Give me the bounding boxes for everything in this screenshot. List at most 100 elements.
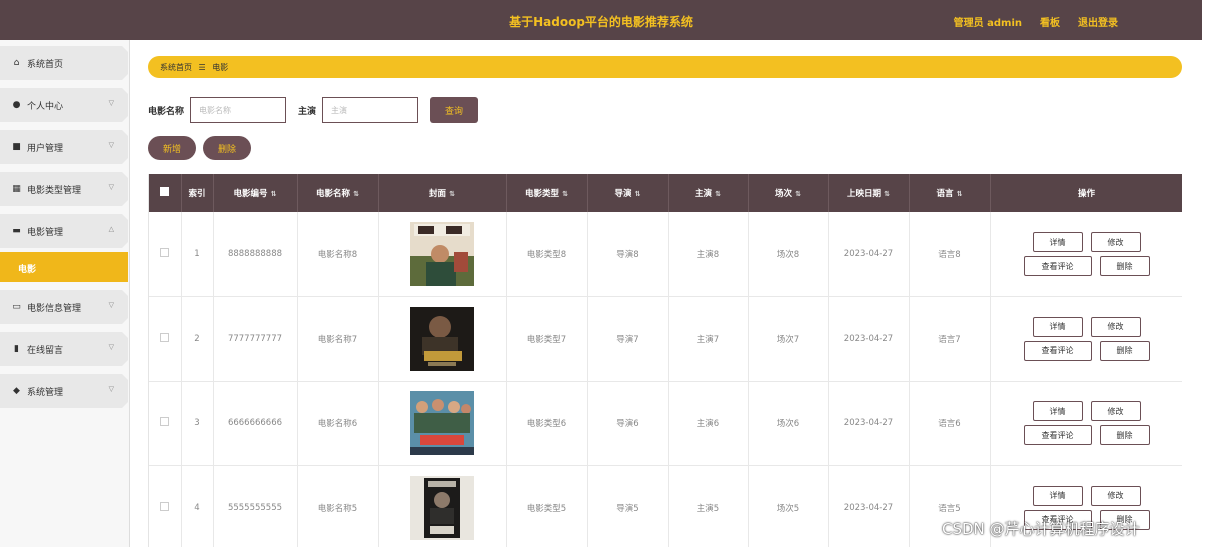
breadcrumb-home[interactable]: 系统首页 (160, 63, 192, 72)
cell-name: 电影名称6 (297, 381, 379, 466)
column-header[interactable]: 场次 ⇅ (748, 174, 829, 212)
view-comments-button[interactable]: 查看评论 (1023, 425, 1092, 446)
sidebar-item-users[interactable]: ■ 用户管理 ▽ (0, 130, 128, 164)
cell-cover (378, 381, 507, 466)
sidebar-item-label: 电影管理 (27, 227, 64, 238)
edit-button[interactable]: 修改 (1090, 316, 1141, 337)
cell-name: 电影名称8 (297, 212, 379, 297)
column-header[interactable]: 电影类型 ⇅ (506, 174, 588, 212)
column-header[interactable]: 封面 ⇅ (378, 174, 507, 212)
view-comments-button[interactable]: 查看评论 (1023, 340, 1092, 361)
detail-button[interactable]: 详情 (1032, 485, 1083, 506)
sidebar-item-label: 系统管理 (27, 387, 64, 398)
select-all-checkbox[interactable] (149, 174, 182, 212)
cell-director: 导演6 (587, 381, 669, 466)
sidebar-item-label: 系统首页 (27, 59, 64, 70)
cell-code: 8888888888 (213, 212, 298, 297)
row-checkbox[interactable] (160, 417, 170, 427)
cell-actor: 主演8 (668, 212, 749, 297)
logout-link[interactable]: 退出登录 (1078, 14, 1118, 29)
table-header: 索引 电影编号 ⇅ 电影名称 ⇅ 封面 ⇅ 电影类型 ⇅ 导演 ⇅ 主演 ⇅ 场次 ⇅ 上映日… (149, 174, 1182, 212)
sidebar-item-label: 电影信息管理 (27, 303, 82, 314)
row-checkbox[interactable] (160, 501, 170, 511)
cell-index: 3 (181, 381, 214, 466)
home-icon: ⌂ (13, 57, 20, 68)
detail-button[interactable]: 详情 (1032, 232, 1083, 252)
column-header[interactable]: 电影编号 ⇅ (213, 174, 298, 212)
cell-cover (378, 465, 507, 547)
column-header: 索引 (181, 174, 214, 212)
sort-icon: ⇅ (449, 190, 455, 198)
edit-button[interactable]: 修改 (1090, 485, 1141, 506)
detail-button[interactable]: 详情 (1032, 316, 1083, 337)
column-header[interactable]: 导演 ⇅ (587, 174, 669, 212)
edit-button[interactable]: 修改 (1090, 401, 1141, 422)
sidebar-item-movies[interactable]: ▬ 电影管理 △ (0, 214, 128, 248)
actor-input[interactable]: 主演 (322, 97, 419, 123)
sidebar-item-profile[interactable]: ● 个人中心 ▽ (0, 88, 128, 122)
cell-actor: 主演6 (668, 381, 749, 466)
search-bar: 电影名称 电影名称 主演 主演 查询 (148, 97, 479, 123)
cell-date: 2023-04-27 (828, 381, 910, 466)
edit-button[interactable]: 修改 (1090, 232, 1141, 252)
cell-ops: 详情 修改 查看评论 删除 (990, 296, 1182, 382)
delete-button[interactable]: 删除 (1099, 256, 1150, 276)
movie-poster-image (410, 306, 474, 371)
sort-icon: ⇅ (353, 190, 359, 198)
delete-button[interactable]: 删除 (1099, 425, 1150, 446)
delete-selected-button[interactable]: 删除 (203, 136, 251, 160)
row-checkbox[interactable] (160, 332, 170, 342)
chevron-up-icon: △ (108, 225, 114, 233)
cell-date: 2023-04-27 (828, 296, 910, 382)
add-button[interactable]: 新增 (148, 136, 196, 160)
detail-button[interactable]: 详情 (1032, 401, 1083, 422)
grid-icon: ▦ (12, 183, 21, 194)
sidebar-item-messages[interactable]: ▮ 在线留言 ▽ (0, 332, 128, 366)
query-button[interactable]: 查询 (430, 97, 479, 123)
delete-button[interactable]: 删除 (1099, 340, 1150, 361)
movie-name-input[interactable]: 电影名称 (190, 97, 287, 123)
column-header[interactable]: 上映日期 ⇅ (828, 174, 910, 212)
cell-index: 1 (181, 212, 214, 297)
chevron-down-icon: ▽ (108, 141, 114, 149)
cell-code: 7777777777 (213, 296, 298, 382)
sort-icon: ⇅ (562, 190, 568, 198)
bar-chart-icon: ▮ (14, 343, 19, 354)
chevron-down-icon: ▽ (108, 183, 114, 191)
breadcrumb-separator: ☰ (198, 63, 206, 72)
table-row: 1 8888888888 电影名称8 电影类型8 导演8 主演8 场次8 202… (149, 212, 1182, 297)
breadcrumb-current: 电影 (212, 63, 229, 72)
column-header[interactable]: 主演 ⇅ (668, 174, 749, 212)
sidebar-item-label: 在线留言 (27, 345, 64, 356)
column-header[interactable]: 电影名称 ⇅ (297, 174, 379, 212)
sort-icon: ⇅ (634, 190, 641, 198)
cell-type: 电影类型6 (506, 381, 588, 466)
movie-table: 索引 电影编号 ⇅ 电影名称 ⇅ 封面 ⇅ 电影类型 ⇅ 导演 ⇅ 主演 ⇅ 场次 ⇅ 上映日… (148, 174, 1182, 547)
tag-icon: ◆ (13, 385, 20, 396)
top-bar: 基于Hadoop平台的电影推荐系统 管理员 admin 看板 退出登录 (0, 0, 1202, 40)
sidebar-item-system[interactable]: ◆ 系统管理 ▽ (0, 374, 128, 408)
actor-label: 主演 (298, 106, 317, 117)
sidebar-item-movie-info[interactable]: ▭ 电影信息管理 ▽ (0, 290, 128, 324)
view-comments-button[interactable]: 查看评论 (1023, 256, 1092, 276)
sidebar: ⌂ 系统首页 ● 个人中心 ▽ ■ 用户管理 ▽ ▦ 电影类型管理 ▽ ▬ 电影… (0, 40, 130, 547)
cell-name: 电影名称7 (297, 296, 379, 382)
cell-date: 2023-04-27 (828, 465, 910, 547)
sort-icon: ⇅ (795, 190, 801, 198)
board-link[interactable]: 看板 (1040, 14, 1060, 29)
row-checkbox[interactable] (160, 248, 170, 257)
movie-poster-image (410, 475, 474, 540)
cell-language: 语言8 (909, 212, 991, 297)
cell-index: 2 (181, 296, 214, 382)
cell-cover (378, 296, 507, 382)
cell-type: 电影类型5 (506, 465, 588, 547)
movie-poster-image (410, 222, 474, 286)
sidebar-item-label: 个人中心 (27, 101, 64, 112)
sidebar-item-movie-types[interactable]: ▦ 电影类型管理 ▽ (0, 172, 128, 206)
cell-director: 导演5 (587, 465, 669, 547)
sidebar-item-home[interactable]: ⌂ 系统首页 (0, 46, 128, 80)
column-header[interactable]: 语言 ⇅ (909, 174, 991, 212)
cell-director: 导演8 (587, 212, 669, 297)
sidebar-subitem-movie[interactable]: 电影 (0, 252, 128, 282)
monitor-icon: ■ (12, 141, 21, 152)
